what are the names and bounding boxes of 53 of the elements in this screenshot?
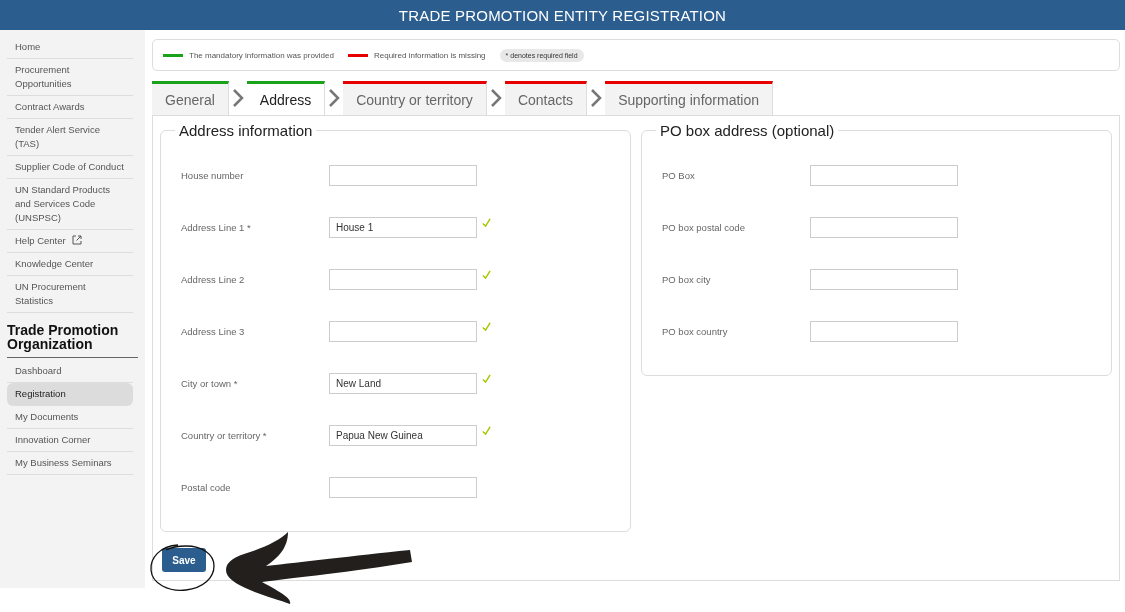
field-label: Address Line 1 * bbox=[181, 221, 252, 233]
panel-title: PO box address (optional) bbox=[659, 122, 836, 139]
input-field[interactable]: House 1 bbox=[329, 216, 477, 238]
input-field[interactable]: New Land bbox=[329, 372, 477, 394]
field-label: PO box postal code bbox=[662, 221, 746, 233]
legend-label: Required information is missing bbox=[373, 50, 486, 60]
sidebar-item[interactable]: Knowledge Center bbox=[7, 253, 133, 276]
step-tab[interactable]: Address bbox=[246, 81, 326, 115]
field-label: Country or territory * bbox=[181, 429, 268, 441]
input-field[interactable] bbox=[810, 268, 958, 290]
field-label: House number bbox=[181, 169, 245, 181]
input-field[interactable] bbox=[329, 164, 477, 186]
sidebar-item[interactable]: Home bbox=[7, 36, 133, 59]
page-title: TRADE PROMOTION ENTITY REGISTRATION bbox=[398, 6, 727, 24]
field-label: PO box country bbox=[662, 325, 729, 337]
circle-annotation bbox=[148, 542, 218, 594]
chevron-icon bbox=[489, 89, 502, 107]
field-label: Postal code bbox=[181, 481, 232, 493]
sidebar-item[interactable]: UN Procurement Statistics bbox=[7, 276, 133, 313]
sidebar-item[interactable]: Procurement Opportunities bbox=[7, 59, 133, 96]
input-field[interactable] bbox=[329, 320, 477, 342]
section-title: Trade Promotion Organization bbox=[7, 313, 138, 358]
step-tab[interactable]: Contacts bbox=[504, 81, 588, 115]
input-field[interactable] bbox=[329, 476, 477, 498]
input-field[interactable] bbox=[810, 164, 958, 186]
step-tab[interactable]: General bbox=[152, 81, 229, 115]
external-link-icon bbox=[71, 235, 82, 245]
sidebar-item[interactable]: Tender Alert Service (TAS) bbox=[7, 119, 133, 156]
field-label: PO box city bbox=[662, 273, 712, 285]
panel-title: Address information bbox=[178, 122, 314, 139]
input-field[interactable]: Papua New Guinea bbox=[329, 424, 477, 446]
sidebar-item[interactable]: My Documents bbox=[7, 406, 133, 429]
sidebar-item[interactable]: My Business Seminars bbox=[7, 452, 133, 475]
chevron-icon bbox=[231, 89, 244, 107]
sidebar-item[interactable]: Innovation Corner bbox=[7, 429, 133, 452]
chevron-icon bbox=[590, 89, 603, 107]
field-label: PO Box bbox=[662, 169, 696, 181]
field-label: City or town * bbox=[181, 377, 239, 389]
input-field[interactable] bbox=[810, 320, 958, 342]
step-tab[interactable]: Supporting information bbox=[605, 81, 773, 115]
chevron-icon bbox=[328, 89, 341, 107]
sidebar-item[interactable]: Contract Awards bbox=[7, 96, 133, 119]
sidebar-item[interactable]: Help Center bbox=[7, 230, 133, 253]
sidebar-item[interactable]: UN Standard Products and Services Code (UNSPSC) bbox=[7, 179, 133, 230]
input-field[interactable] bbox=[329, 268, 477, 290]
legend-label: The mandatory information was provided bbox=[189, 50, 334, 60]
step-tab[interactable]: Country or territory bbox=[343, 81, 487, 115]
field-label: Address Line 2 bbox=[181, 273, 246, 285]
sidebar-item[interactable]: Registration bbox=[7, 383, 133, 406]
field-label: Address Line 3 bbox=[181, 325, 246, 337]
input-field[interactable] bbox=[810, 216, 958, 238]
sidebar-item[interactable]: Supplier Code of Conduct bbox=[7, 156, 133, 179]
save-button[interactable]: Save bbox=[162, 548, 206, 572]
